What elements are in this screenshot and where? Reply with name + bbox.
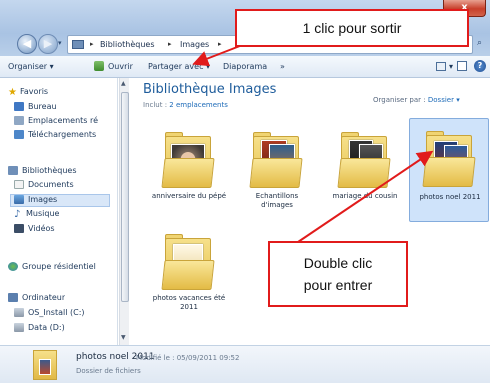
open-icon [94, 61, 104, 71]
nav-item-desktop[interactable]: Bureau [14, 102, 57, 115]
folder-item[interactable]: Echantillons d'images [239, 122, 315, 222]
includes-prefix: Inclut : [143, 101, 168, 109]
folder-front [161, 260, 215, 290]
nav-label: Data (D:) [28, 323, 65, 332]
nav-item-music[interactable]: ♪ Musique [14, 209, 59, 222]
breadcrumb-images[interactable]: Images [180, 40, 209, 49]
folder-front [249, 158, 303, 188]
exit-annotation-callout: 1 clic pour sortir [235, 9, 469, 47]
enter-annotation-line1: Double clic [303, 255, 373, 271]
nav-item-downloads[interactable]: Téléchargements [14, 130, 96, 143]
details-type: Dossier de fichiers [76, 367, 141, 375]
folder-item[interactable]: photos vacances été 2011 [151, 224, 227, 324]
arrange-label: Organiser par : [373, 96, 426, 104]
star-icon: ★ [8, 87, 17, 98]
navigation-pane: ★ Favoris Bureau Emplacements ré Téléchar… [0, 78, 118, 345]
enter-annotation-line2: pour entrer [303, 277, 373, 293]
nav-label: Musique [26, 209, 60, 218]
includes-locations-link[interactable]: 2 emplacements [169, 101, 228, 109]
nav-item-videos[interactable]: Vidéos [14, 224, 55, 237]
folder-item-selected[interactable]: photos noel 2011 [409, 118, 489, 222]
nav-label: Téléchargements [28, 130, 97, 139]
details-pane: photos noel 2011 Modifié le : 05/09/2011… [0, 345, 490, 383]
breadcrumb-libraries[interactable]: Bibliothèques [100, 40, 155, 49]
command-bar: Organiser ▾ Ouvrir Partager avec ▾ Diapo… [0, 56, 490, 78]
folder-label: photos noel 2011 [419, 193, 481, 201]
folder-label: anniversaire du pépé [151, 192, 227, 200]
folder-front [161, 158, 215, 188]
nav-item-drive-d[interactable]: Data (D:) [14, 323, 65, 336]
nav-label: Ordinateur [22, 293, 66, 302]
details-modified: Modifié le : 05/09/2011 09:52 [136, 354, 240, 362]
arrange-by-dropdown[interactable]: Dossier ▾ [428, 96, 460, 104]
arrange-by: Organiser par : Dossier ▾ [373, 96, 460, 104]
help-icon[interactable]: ? [474, 60, 486, 72]
nav-label: Bibliothèques [22, 166, 77, 175]
nav-item-favorites[interactable]: ★ Favoris [8, 87, 48, 100]
library-includes: Inclut : 2 emplacements [143, 101, 228, 109]
folder-front [422, 157, 476, 187]
nav-label: Bureau [28, 102, 57, 111]
view-dropdown-chevron-icon[interactable]: ▾ [449, 62, 453, 71]
navigation-scrollbar[interactable]: ▲ ▼ [119, 78, 129, 345]
nav-label: Documents [28, 180, 74, 189]
hard-drive-icon [14, 308, 24, 317]
desktop-icon [14, 102, 24, 111]
images-icon [14, 195, 24, 204]
computer-icon [8, 293, 18, 302]
folder-item[interactable]: mariage du cousin [327, 122, 403, 222]
folder-front [337, 158, 391, 188]
enter-annotation-callout: Double clic pour entrer [268, 241, 408, 307]
nav-label: Vidéos [28, 224, 55, 233]
scrollbar-thumb[interactable] [121, 92, 129, 302]
folder-label: mariage du cousin [332, 192, 398, 200]
nav-label: OS_Install (C:) [28, 308, 85, 317]
folder-label: Echantillons d'images [255, 192, 299, 209]
breadcrumb-separator-icon: ▸ [90, 40, 94, 48]
share-button[interactable]: Partager avec ▾ [148, 62, 210, 71]
nav-item-computer[interactable]: Ordinateur [8, 293, 65, 306]
downloads-icon [14, 130, 24, 139]
nav-item-homegroup[interactable]: Groupe résidentiel [8, 262, 96, 275]
nav-label: Groupe résidentiel [22, 262, 96, 271]
nav-label: Favoris [20, 87, 49, 96]
nav-item-documents[interactable]: Documents [14, 180, 74, 193]
more-commands-chevron-icon[interactable]: » [280, 62, 285, 71]
recent-pages-chevron-icon[interactable]: ▾ [58, 39, 66, 49]
organize-button[interactable]: Organiser ▾ [8, 62, 54, 71]
recent-places-icon [14, 116, 24, 125]
scroll-down-icon[interactable]: ▼ [121, 334, 126, 341]
library-icon [8, 166, 18, 175]
explorer-window: ◀ ▶ ▾ ▸ Bibliothèques ▸ Images ▸ ⌕ x Org… [0, 0, 490, 383]
library-icon [72, 40, 84, 49]
documents-icon [14, 180, 24, 189]
library-title: Bibliothèque Images [143, 82, 277, 97]
folder-item[interactable]: anniversaire du pépé [151, 122, 227, 222]
breadcrumb-separator-icon: ▸ [218, 40, 222, 48]
open-button[interactable]: Ouvrir [108, 62, 133, 71]
homegroup-icon [8, 262, 18, 271]
forward-button[interactable]: ▶ [38, 34, 58, 54]
preview-pane-icon[interactable] [457, 61, 467, 71]
music-note-icon: ♪ [14, 209, 21, 220]
search-icon[interactable]: ⌕ [477, 38, 482, 48]
nav-item-drive-c[interactable]: OS_Install (C:) [14, 308, 85, 321]
nav-item-images[interactable]: Images [10, 194, 110, 207]
folder-label: photos vacances été 2011 [152, 294, 226, 311]
videos-icon [14, 224, 24, 233]
nav-label: Images [28, 195, 58, 204]
back-button[interactable]: ◀ [17, 34, 37, 54]
nav-item-recent-places[interactable]: Emplacements ré [14, 116, 98, 129]
selected-folder-icon [33, 350, 57, 380]
hard-drive-icon [14, 323, 24, 332]
nav-item-libraries[interactable]: Bibliothèques [8, 166, 77, 179]
scroll-up-icon[interactable]: ▲ [121, 80, 126, 87]
breadcrumb-separator-icon: ▸ [168, 40, 172, 48]
nav-label: Emplacements ré [28, 116, 99, 125]
slideshow-button[interactable]: Diaporama [223, 62, 267, 71]
change-view-icon[interactable] [436, 62, 446, 71]
